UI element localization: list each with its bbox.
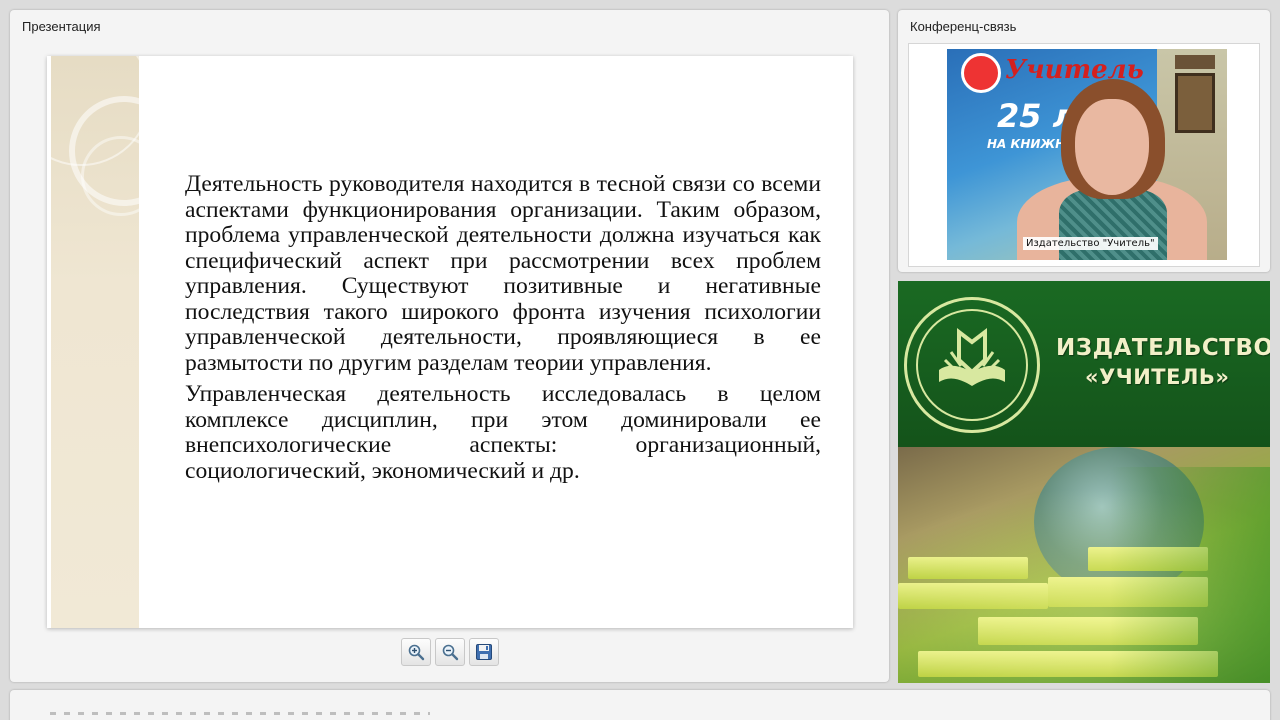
video-container: Учитель 25 л НА КНИЖНО Издательство "Учи… <box>908 43 1260 267</box>
zoom-out-button[interactable] <box>435 638 465 666</box>
video-caption: Издательство "Учитель" <box>1023 237 1158 250</box>
webcam-video[interactable]: Учитель 25 л НА КНИЖНО Издательство "Учи… <box>947 49 1227 260</box>
banner-logo-icon <box>961 53 1001 93</box>
conference-title: Конференц-связь <box>910 19 1017 34</box>
slide-paragraph-2: Управленческая деятельность исследовалас… <box>185 381 821 484</box>
zoom-in-button[interactable] <box>401 638 431 666</box>
conference-panel: Конференц-связь Учитель 25 л НА КНИЖНО И… <box>898 10 1270 272</box>
open-book-emblem-icon <box>939 327 1005 386</box>
speaker-face <box>1075 99 1149 195</box>
presentation-panel: Презентация Деятельность руководителя на… <box>10 10 889 682</box>
presentation-title: Презентация <box>22 19 101 34</box>
floppy-disk-icon <box>476 644 492 660</box>
slide-decoration <box>47 56 179 628</box>
zoom-out-icon <box>442 644 459 661</box>
publisher-name-line1: ИЗДАТЕЛЬСТВО <box>1056 335 1270 361</box>
publisher-header: ИЗДАТЕЛЬСТВО «УЧИТЕЛЬ» <box>898 281 1270 447</box>
publisher-photo <box>898 447 1270 683</box>
presentation-slide: Деятельность руководителя находится в те… <box>47 56 853 628</box>
zoom-in-icon <box>408 644 425 661</box>
slide-text: Деятельность руководителя находится в те… <box>185 171 821 490</box>
publisher-logo-icon <box>904 297 1040 433</box>
bottom-panel <box>10 690 1270 720</box>
publisher-name-line2: «УЧИТЕЛЬ» <box>1085 365 1230 389</box>
publisher-banner: ИЗДАТЕЛЬСТВО «УЧИТЕЛЬ» <box>898 281 1270 683</box>
save-button[interactable] <box>469 638 499 666</box>
slide-paragraph-1: Деятельность руководителя находится в те… <box>185 171 821 376</box>
slide-toolbar <box>401 638 499 666</box>
